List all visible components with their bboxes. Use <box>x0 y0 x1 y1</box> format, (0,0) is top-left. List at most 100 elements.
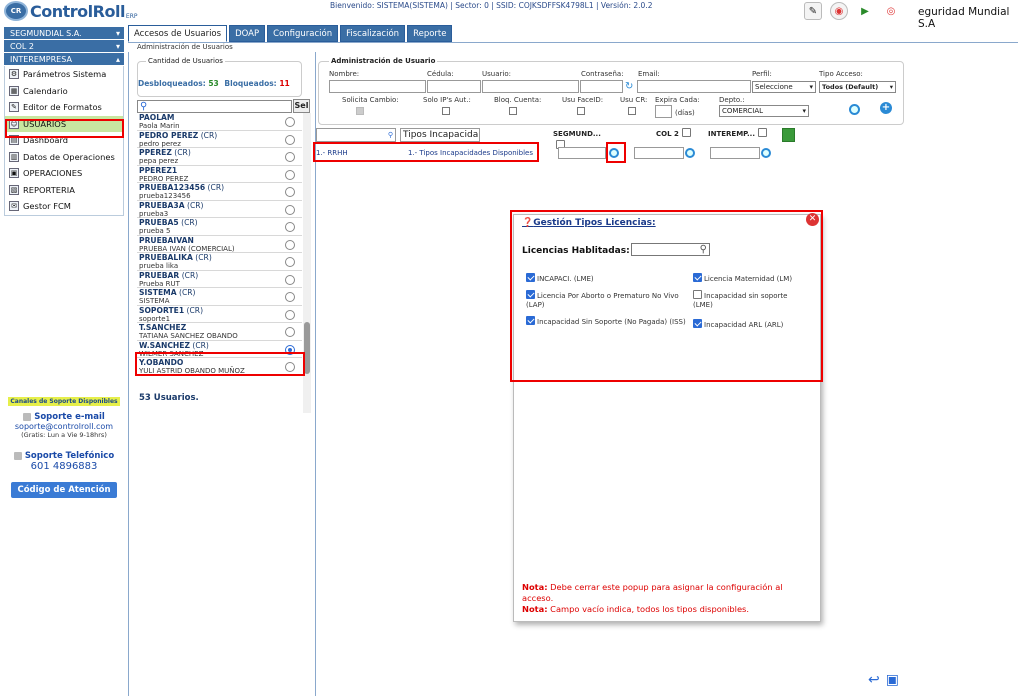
user-radio[interactable] <box>285 152 295 162</box>
user-radio[interactable] <box>285 239 295 250</box>
depto-select[interactable]: COMERCIAL ▾ <box>719 105 809 117</box>
user-row[interactable]: PRUEBA5 (CR) prueba 5 <box>137 218 302 236</box>
user-row[interactable]: SOPORTE1 (CR) soporte1 <box>137 306 302 323</box>
user-row[interactable]: PRUEBAIVAN PRUEBA IVAN (COMERCIAL) <box>137 236 302 253</box>
col2-cell-input[interactable] <box>634 147 684 159</box>
user-radio[interactable] <box>285 309 295 320</box>
support-email[interactable]: soporte@controlroll.com <box>4 422 124 431</box>
col-interempresa-checkbox[interactable] <box>757 128 767 137</box>
notes-icon[interactable]: ✎ <box>804 2 822 20</box>
back-icon[interactable]: ↩ <box>868 672 880 688</box>
license-checkbox[interactable] <box>526 316 535 325</box>
user-radio[interactable] <box>285 169 295 180</box>
user-radio[interactable] <box>285 117 295 127</box>
faceid-checkbox[interactable] <box>577 107 585 115</box>
user-row[interactable]: PRUEBALIKA (CR) prueba lika <box>137 253 302 271</box>
nombre-input[interactable] <box>329 80 426 93</box>
ips-checkbox[interactable] <box>442 107 450 115</box>
chrome-icon[interactable]: ◉ <box>830 2 848 20</box>
user-radio[interactable] <box>285 327 295 337</box>
col-col2-checkbox[interactable] <box>681 128 691 137</box>
sidebar-item-fcm[interactable]: ✉ Gestor FCM <box>5 198 123 215</box>
expira-input[interactable] <box>655 105 672 118</box>
tab-reporte[interactable]: Reporte <box>407 25 453 42</box>
refresh-icon[interactable]: ↻ <box>625 81 633 92</box>
sidebar-item-datos[interactable]: ▥ Datos de Operaciones <box>5 149 123 166</box>
monitor-icon[interactable]: ▶ <box>856 2 874 20</box>
license-item[interactable]: Incapacidad ARL (ARL) <box>693 319 813 330</box>
eye-icon[interactable]: ◎ <box>882 2 900 20</box>
user-row[interactable]: PRUEBAR (CR) Prueba RUT <box>137 271 302 288</box>
close-icon[interactable]: ✕ <box>806 213 819 226</box>
tipo-acceso-select[interactable]: Todos (Default) ▾ <box>819 81 896 93</box>
segmundial-cell-input[interactable] <box>558 147 606 159</box>
license-checkbox[interactable] <box>526 290 535 299</box>
perfil-select[interactable]: Seleccione ▾ <box>752 81 816 93</box>
scrollbar-thumb[interactable] <box>304 322 310 374</box>
user-row[interactable]: SISTEMA (CR) SISTEMA <box>137 288 302 306</box>
license-item[interactable]: Incapacidad sin soporte (LME) <box>693 290 803 310</box>
email-input[interactable] <box>637 80 751 93</box>
user-radio[interactable] <box>285 134 295 145</box>
user-row[interactable]: W.SANCHEZ (CR) WILMER SANCHEZ <box>137 341 302 358</box>
license-item[interactable]: Licencia Por Aborto o Prematuro No Vivo … <box>526 290 688 310</box>
solicita-checkbox[interactable] <box>356 107 364 115</box>
user-row[interactable]: PPEREZ1 PEDRO PEREZ <box>137 166 302 183</box>
user-radio[interactable] <box>285 344 295 355</box>
tab-configuracion[interactable]: Configuración <box>267 25 339 42</box>
company-segmundial[interactable]: SEGMUNDIAL S.A. ▾ <box>4 27 124 40</box>
cr-checkbox[interactable] <box>628 107 636 115</box>
sidebar-item-calendario[interactable]: ▦ Calendario <box>5 83 123 100</box>
user-radio[interactable] <box>285 362 295 372</box>
user-row[interactable]: PPEREZ (CR) pepa perez <box>137 148 302 166</box>
user-search-input[interactable]: ⚲ <box>137 100 292 113</box>
user-row[interactable]: PRUEBA3A (CR) prueba3 <box>137 201 302 218</box>
user-row[interactable]: PEDRO PEREZ (CR) pedro perez <box>137 131 302 148</box>
license-item[interactable]: INCAPACI. (LME) <box>526 273 686 284</box>
sidebar-item-dashboard[interactable]: ▤ Dashboard <box>5 132 123 149</box>
interempresa-search-icon[interactable] <box>761 148 771 158</box>
user-row[interactable]: PRUEBA123456 (CR) prueba123456 <box>137 183 302 201</box>
licencias-input[interactable]: ⚲ <box>631 243 710 256</box>
company-col2[interactable]: COL 2 ▾ <box>4 40 124 53</box>
user-radio[interactable] <box>285 222 295 232</box>
select-button[interactable]: Sel <box>293 99 310 113</box>
cedula-input[interactable] <box>427 80 481 93</box>
interempresa-cell-input[interactable] <box>710 147 760 159</box>
license-item[interactable]: Licencia Maternidad (LM) <box>693 273 818 284</box>
sidebar-item-reporteria[interactable]: ▧ REPORTERIA <box>5 182 123 199</box>
user-row[interactable]: PAOLAM Paola Marin <box>137 113 302 131</box>
license-checkbox[interactable] <box>526 273 535 282</box>
bloq-checkbox[interactable] <box>509 107 517 115</box>
user-radio[interactable] <box>285 187 295 197</box>
license-item[interactable]: Incapacidad Sin Soporte (No Pagada) (ISS… <box>526 316 686 327</box>
save-icon[interactable]: ▣ <box>886 672 899 688</box>
add-user-icon[interactable]: + <box>880 102 892 114</box>
codigo-atencion-button[interactable]: Código de Atención <box>11 482 117 498</box>
sidebar-item-usuarios[interactable]: ☺ USUARIOS <box>5 115 123 132</box>
search-user-icon[interactable] <box>849 104 860 115</box>
usuario-input[interactable] <box>482 80 579 93</box>
user-fullname: YULI ASTRID OBANDO MUÑOZ <box>139 367 245 375</box>
contrasena-input[interactable] <box>580 80 623 93</box>
user-radio[interactable] <box>285 274 295 285</box>
segmundial-search-icon[interactable] <box>609 148 619 158</box>
user-radio[interactable] <box>285 204 295 215</box>
license-checkbox[interactable] <box>693 273 702 282</box>
tab-doap[interactable]: DOAP <box>229 25 266 42</box>
sidebar-item-operaciones[interactable]: ▣ OPERACIONES <box>5 165 123 182</box>
user-row[interactable]: T.SANCHEZ TATIANA SANCHEZ OBANDO <box>137 323 302 341</box>
sidebar-item-parametros[interactable]: ⚙ Parámetros Sistema <box>5 66 123 83</box>
tab-fiscalizacion[interactable]: Fiscalización <box>340 25 406 42</box>
grid-filter-input[interactable]: ⚲ <box>316 128 396 142</box>
license-checkbox[interactable] <box>693 290 702 299</box>
user-radio[interactable] <box>285 292 295 302</box>
sidebar-item-editor[interactable]: ✎ Editor de Formatos <box>5 99 123 116</box>
col2-search-icon[interactable] <box>685 148 695 158</box>
tab-accesos[interactable]: Accesos de Usuarios <box>128 25 228 42</box>
export-excel-icon[interactable] <box>782 128 795 142</box>
user-radio[interactable] <box>285 257 295 267</box>
company-interempresa[interactable]: INTEREMPRESA ▴ <box>4 53 124 66</box>
user-row[interactable]: Y.OBANDO YULI ASTRID OBANDO MUÑOZ <box>137 358 302 376</box>
license-checkbox[interactable] <box>693 319 702 328</box>
